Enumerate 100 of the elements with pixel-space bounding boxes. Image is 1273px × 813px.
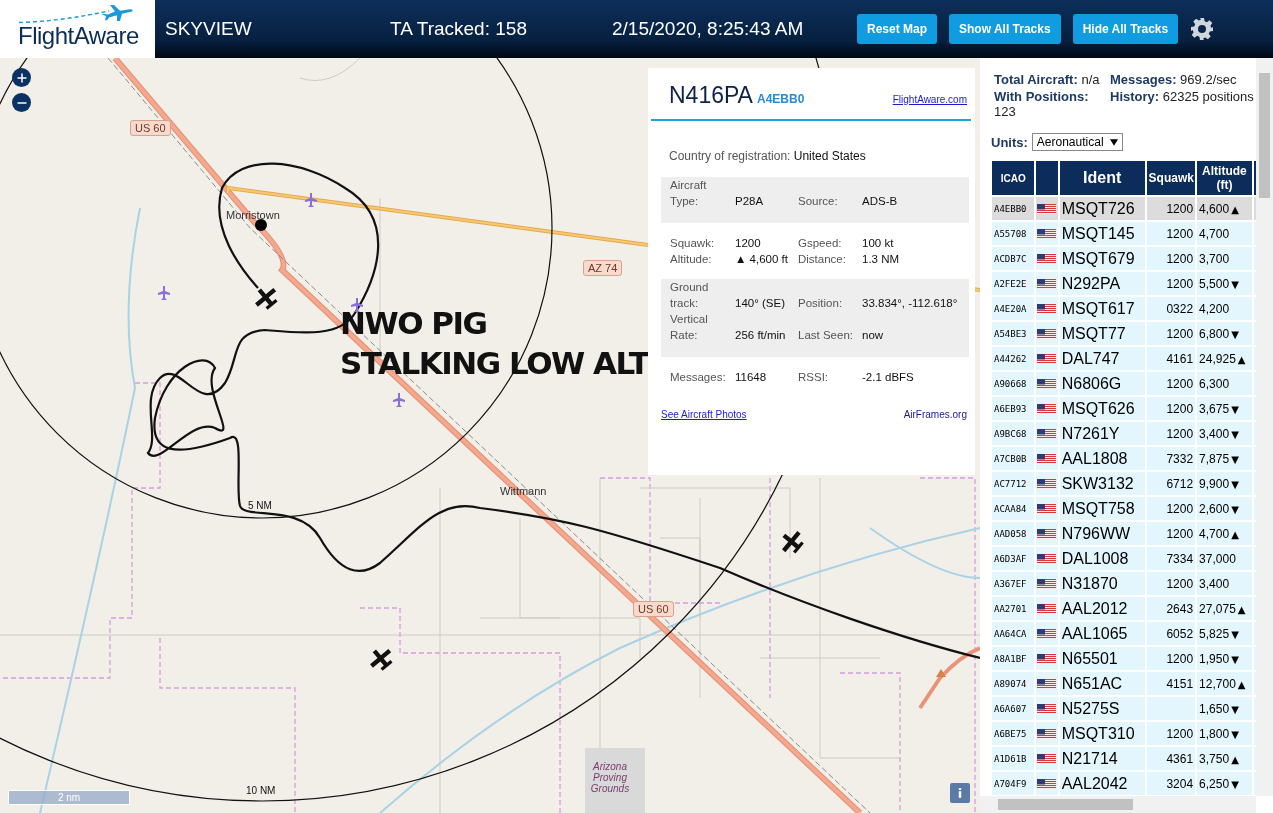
aircraft-row[interactable]: A2FE2E N292PA 1200 5,500 ▼ [992, 272, 1256, 295]
aircraft-row[interactable]: A6BE75 MSQT310 1200 1,800 ▼ [992, 722, 1256, 745]
stat-value: 969.2/sec [1180, 72, 1237, 87]
trend-arrow: ▲ [1237, 353, 1246, 365]
flag-icon [1037, 653, 1057, 664]
trend-arrow: ▼ [1231, 628, 1239, 640]
flag-icon [1037, 203, 1057, 214]
field-label: Ground track: [670, 280, 710, 311]
table-cell: AAL2012 [1059, 597, 1145, 620]
table-cell: 3,750 [1199, 751, 1230, 766]
flag-icon [1037, 478, 1057, 489]
table-cell: DAL1008 [1059, 547, 1145, 570]
aircraft-row[interactable]: A9BC68 N7261Y 1200 3,400 ▼ [992, 422, 1256, 445]
table-cell: 1,800 [1199, 726, 1230, 741]
road-shield: AZ 74 [583, 260, 623, 276]
info-icon[interactable] [950, 783, 970, 803]
field-label: Gspeed: [798, 236, 843, 251]
aircraft-row[interactable]: A6A607 N5275S 1,650 ▼ [992, 697, 1256, 720]
aircraft-row[interactable]: A367EF N31870 1200 3,400 [992, 572, 1256, 595]
field-label: Distance: [798, 252, 847, 267]
field-label: Altitude: [670, 252, 713, 267]
field-value: 1.3 NM [862, 252, 901, 267]
table-cell: 12,700 [1199, 676, 1236, 691]
flag-icon [1037, 578, 1057, 589]
aircraft-row[interactable]: A1D61B N21714 4361 3,750 ▲ [992, 747, 1256, 770]
aircraft-ident: N416PA [669, 82, 753, 109]
table-cell: 3,700 [1199, 251, 1230, 266]
table-cell: A8A1BF [992, 647, 1035, 670]
flag-icon [1037, 753, 1057, 764]
table-cell: 4361 [1146, 747, 1196, 770]
table-cell: 4,700 [1199, 226, 1230, 241]
horizontal-scrollbar[interactable] [980, 796, 1256, 813]
aircraft-row[interactable]: A6D3AF DAL1008 7334 37,000 [992, 547, 1256, 570]
logo[interactable]: FlightAware [0, 0, 155, 58]
trend-arrow: ▼ [1231, 653, 1239, 665]
aircraft-row[interactable]: AA2701 AAL2012 2643 27,075 ▲ [992, 597, 1256, 620]
table-cell: 1,650 [1199, 701, 1230, 716]
aircraft-row[interactable]: A55708 MSQT145 1200 4,700 [992, 222, 1256, 245]
place-label: Morristown [226, 209, 280, 221]
airplane-icon[interactable] [254, 286, 280, 312]
field-label: Position: [798, 296, 844, 311]
table-cell: MSQT310 [1059, 722, 1145, 745]
table-cell: 1200 [1146, 497, 1196, 520]
table-cell: 4,200 [1199, 301, 1230, 316]
table-cell: A1D61B [992, 747, 1035, 770]
table-cell: 6,250 [1199, 776, 1230, 791]
aircraft-row[interactable]: A6EB93 MSQT626 1200 3,675 ▼ [992, 397, 1256, 420]
flag-icon [1037, 678, 1057, 689]
aircraft-row[interactable]: A90668 N6806G 1200 6,300 [992, 372, 1256, 395]
aircraft-row[interactable]: AA64CA AAL1065 6052 5,825 ▼ [992, 622, 1256, 645]
flag-icon [1037, 503, 1057, 514]
flag-icon [1037, 278, 1057, 289]
aircraft-row[interactable]: A7CB0B AAL1808 7332 7,875 ▼ [992, 447, 1256, 470]
aircraft-row[interactable]: AAD058 N796WW 1200 4,700 ▲ [992, 522, 1256, 545]
table-cell: 7,875 [1199, 451, 1230, 466]
field-value: 11648 [735, 370, 768, 385]
aircraft-row[interactable]: ACAA84 MSQT758 1200 2,600 ▼ [992, 497, 1256, 520]
airplane-icon[interactable] [780, 530, 806, 556]
aircraft-row[interactable]: AC7712 SKW3132 6712 9,900 ▼ [992, 472, 1256, 495]
aircraft-row[interactable]: A8A1BF N65501 1200 1,950 ▼ [992, 647, 1256, 670]
field-value: 100 kt [862, 236, 895, 251]
column-header[interactable]: Altitude (ft) [1197, 161, 1252, 195]
field-value: 1200 [735, 236, 762, 251]
table-cell: 7332 [1146, 447, 1196, 470]
flag-icon [1037, 353, 1057, 364]
column-header[interactable]: ICAO [992, 161, 1035, 195]
field-value: now [862, 328, 885, 343]
airframes-link[interactable]: AirFrames.org [903, 409, 967, 420]
table-cell: 1200 [1146, 247, 1196, 270]
table-cell: 1200 [1146, 197, 1196, 220]
trend-arrow: ▼ [1231, 403, 1239, 415]
column-header[interactable]: Ident [1059, 161, 1145, 195]
table-cell: 1200 [1146, 572, 1196, 595]
table-cell: 6,800 [1199, 326, 1230, 341]
aircraft-row[interactable]: A704F9 AAL2042 3204 6,250 ▼ [992, 772, 1256, 795]
table-cell: AAL2042 [1059, 772, 1145, 795]
aircraft-row[interactable]: A4EBB0 MSQT726 1200 4,600 ▲ [992, 197, 1256, 220]
flightaware-link[interactable]: FlightAware.com [892, 94, 967, 105]
table-cell: AC7712 [992, 472, 1035, 495]
settings-icon[interactable] [1190, 17, 1215, 41]
flag-icon [1037, 253, 1057, 264]
field-label: Last Seen: [798, 328, 854, 343]
stat-value: n/a [1081, 72, 1100, 87]
aircraft-photos-link[interactable]: See Aircraft Photos [661, 409, 747, 420]
units-dropdown[interactable]: Aeronautical [1031, 133, 1123, 151]
column-header[interactable]: Squawk [1146, 161, 1196, 195]
field-label: Aircraft Type: [670, 178, 708, 209]
aircraft-row[interactable]: A89074 N651AC 4151 12,700 ▲ [992, 672, 1256, 695]
aircraft-row[interactable]: A4E20A MSQT617 0322 4,200 [992, 297, 1256, 320]
table-cell: 3,400 [1199, 426, 1230, 441]
airplane-icon[interactable] [369, 647, 395, 673]
aircraft-row[interactable]: ACDB7C MSQT679 1200 3,700 [992, 247, 1256, 270]
aircraft-row[interactable]: A54BE3 MSQT77 1200 6,800 ▼ [992, 322, 1256, 345]
field-value: 33.834°, -112.618° [862, 296, 959, 311]
vertical-scrollbar[interactable] [1256, 58, 1273, 796]
flag-icon [1037, 328, 1057, 339]
trend-arrow: ▼ [1231, 703, 1239, 715]
aircraft-row[interactable]: A44262 DAL747 4161 24,925 ▲ [992, 347, 1256, 370]
table-cell: 1200 [1146, 372, 1196, 395]
table-cell: 4161 [1146, 347, 1196, 370]
